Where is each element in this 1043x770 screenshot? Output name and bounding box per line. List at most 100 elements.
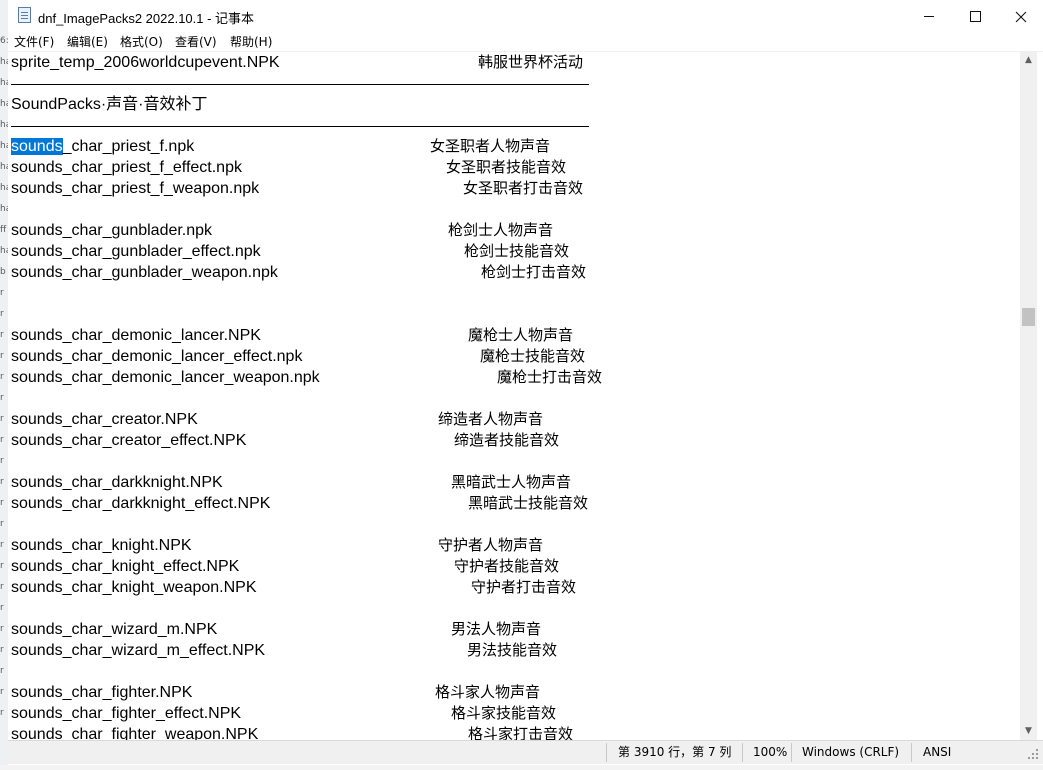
text-line: sounds_char_priest_f_weapon.npk	[11, 180, 260, 197]
text-line-rest: _char_priest_f.npk	[62, 138, 195, 155]
background-window-glyph: b	[0, 267, 6, 277]
background-window-glyph: r	[0, 372, 4, 382]
scroll-up-button[interactable]: ▲	[1020, 52, 1037, 69]
status-divider	[742, 743, 743, 762]
notepad-window: dnf_ImagePacks2 2022.10.1 - 记事本 文件(F) 编辑…	[8, 0, 1043, 765]
text-line: sounds_char_wizard_m_effect.NPK	[11, 642, 266, 659]
background-window-glyph: r	[0, 477, 4, 487]
menu-file[interactable]: 文件(F)	[14, 33, 54, 50]
background-window-glyph: r	[0, 540, 4, 550]
background-window-glyph: r	[0, 456, 4, 466]
text-line: sounds_char_wizard_m.NPK	[11, 621, 218, 638]
background-window-glyph: r	[0, 414, 4, 424]
text-line: sounds_char_knight_effect.NPK	[11, 558, 240, 575]
text-line-desc: 格斗家打击音效	[468, 725, 574, 740]
status-zoom: 100%	[753, 745, 788, 759]
background-window-glyph: r	[0, 708, 4, 718]
status-bar: 第 3910 行，第 7 列 100% Windows (CRLF) ANSI	[8, 740, 1043, 764]
maximize-button[interactable]	[952, 0, 998, 31]
scroll-down-button[interactable]: ▼	[1020, 723, 1037, 740]
status-divider	[791, 743, 792, 762]
text-line-desc: 枪剑士打击音效	[481, 263, 587, 281]
text-line: sounds_char_darkknight_effect.NPK	[11, 495, 271, 512]
menu-view[interactable]: 查看(V)	[175, 33, 217, 50]
background-window-glyph: r	[0, 393, 4, 403]
text-line: sounds_char_creator.NPK	[11, 411, 198, 428]
text-line: sprite_temp_2006worldcupevent.NPK	[11, 54, 280, 71]
text-editor[interactable]: sprite_temp_2006worldcupevent.NPK 韩服世界杯活…	[8, 52, 1020, 740]
text-line-desc: 男法人物声音	[451, 620, 542, 638]
menu-bar: 文件(F) 编辑(E) 格式(O) 查看(V) 帮助(H)	[8, 31, 1043, 51]
text-line-desc: 魔枪士打击音效	[497, 368, 603, 386]
text-line-desc: 缔造者人物声音	[438, 410, 544, 428]
notepad-icon	[18, 7, 31, 23]
background-window-glyph: ff	[0, 225, 7, 235]
text-selection: sounds	[11, 138, 63, 155]
menu-help[interactable]: 帮助(H)	[230, 33, 272, 50]
text-line-desc: 韩服世界杯活动	[478, 53, 584, 71]
text-line-desc: 格斗家人物声音	[435, 683, 541, 701]
text-line: sounds_char_gunblader_effect.npk	[11, 243, 261, 260]
background-window-glyph: r	[0, 330, 4, 340]
close-button[interactable]	[998, 0, 1043, 31]
text-line: sounds_char_knight.NPK	[11, 537, 192, 554]
text-line-desc: 女圣职者人物声音	[430, 137, 551, 155]
text-line: sounds_char_darkknight.NPK	[11, 474, 223, 491]
text-line-desc: 男法技能音效	[467, 641, 558, 659]
title-bar[interactable]: dnf_ImagePacks2 2022.10.1 - 记事本	[8, 0, 1043, 31]
background-window-glyph: r	[0, 351, 4, 361]
text-line-desc: 黑暗武士人物声音	[451, 473, 572, 491]
background-window-glyph: r	[0, 498, 4, 508]
background-window-glyph: r	[0, 666, 4, 676]
text-line: sounds_char_gunblader.npk	[11, 222, 213, 239]
scroll-thumb[interactable]	[1022, 308, 1035, 326]
background-window-glyph: r	[0, 582, 4, 592]
text-line-desc: 枪剑士人物声音	[448, 221, 554, 239]
text-line-selected: sounds_char_priest_f.npk	[11, 136, 194, 157]
status-divider	[606, 743, 607, 762]
text-line-desc: 魔枪士技能音效	[480, 347, 586, 365]
minimize-icon	[924, 16, 934, 17]
separator-line	[11, 126, 589, 127]
text-line: sounds_char_creator_effect.NPK	[11, 432, 247, 449]
background-window-glyph: r	[0, 687, 4, 697]
status-divider	[911, 743, 912, 762]
resize-grip-icon[interactable]	[1027, 748, 1039, 760]
text-line-desc: 女圣职者技能音效	[446, 158, 567, 176]
background-window-glyph: r	[0, 561, 4, 571]
background-window-glyph: r	[0, 645, 4, 655]
text-line-desc: 格斗家技能音效	[451, 704, 557, 722]
text-line: sounds_char_knight_weapon.NPK	[11, 579, 257, 596]
status-encoding: ANSI	[923, 745, 952, 759]
menu-format[interactable]: 格式(O)	[120, 33, 163, 50]
background-window-glyph: r	[0, 519, 4, 529]
separator-line	[11, 84, 589, 85]
background-window-glyph: r	[0, 435, 4, 445]
background-window-edge	[0, 765, 1043, 770]
text-line-desc: 守护者打击音效	[471, 578, 577, 596]
text-line: sounds_char_fighter.NPK	[11, 684, 193, 701]
text-line: sounds_char_demonic_lancer_effect.npk	[11, 348, 303, 365]
text-line-desc: 守护者技能音效	[454, 557, 560, 575]
close-icon	[1015, 11, 1027, 22]
text-line-desc: 枪剑士技能音效	[464, 242, 570, 260]
status-line-col: 第 3910 行，第 7 列	[618, 745, 732, 759]
text-line: sounds_char_gunblader_weapon.npk	[11, 264, 278, 281]
text-line-desc: 黑暗武士技能音效	[468, 494, 589, 512]
background-window-glyph: r	[0, 624, 4, 634]
minimize-button[interactable]	[906, 0, 952, 31]
text-line: sounds_char_demonic_lancer_weapon.npk	[11, 369, 320, 386]
text-line: sounds_char_fighter_weapon.NPK	[11, 726, 259, 740]
background-window-glyph: r	[0, 603, 4, 613]
background-window-glyph: r	[0, 309, 4, 319]
vertical-scrollbar[interactable]: ▲ ▼	[1020, 52, 1037, 740]
text-line: sounds_char_priest_f_effect.npk	[11, 159, 242, 176]
text-line: sounds_char_demonic_lancer.NPK	[11, 327, 261, 344]
text-line-desc: 守护者人物声音	[438, 536, 544, 554]
menu-edit[interactable]: 编辑(E)	[67, 33, 108, 50]
text-line-desc: 女圣职者打击音效	[463, 179, 584, 197]
text-line-desc: 缔造者技能音效	[454, 431, 560, 449]
window-title: dnf_ImagePacks2 2022.10.1 - 记事本	[38, 11, 255, 26]
maximize-icon	[969, 11, 981, 22]
section-heading: SoundPacks·声音·音效补丁	[11, 96, 208, 113]
